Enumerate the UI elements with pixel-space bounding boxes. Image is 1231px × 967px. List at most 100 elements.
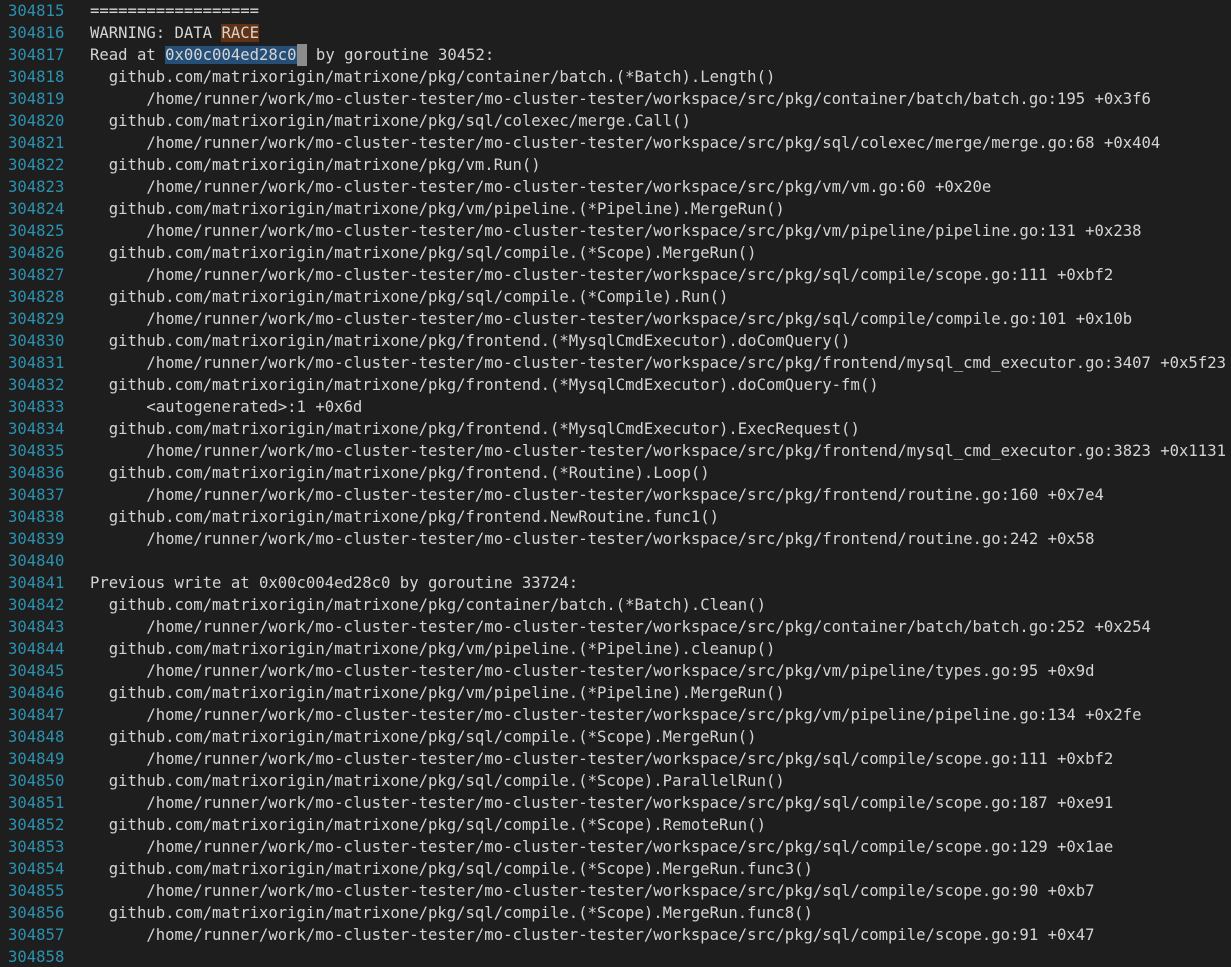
line-number: 304816 — [8, 24, 65, 42]
log-editor[interactable]: 304815 ================== 304816 WARNING: D… — [0, 0, 1231, 967]
editor-line[interactable]: 304855 /home/runner/work/mo-cluster-test… — [0, 880, 1231, 902]
line-number: 304824 — [8, 200, 65, 218]
editor-line[interactable]: 304854 github.com/matrixorigin/matrixone… — [0, 858, 1231, 880]
editor-line[interactable]: 304824 github.com/matrixorigin/matrixone… — [0, 198, 1231, 220]
editor-line[interactable]: 304826 github.com/matrixorigin/matrixone… — [0, 242, 1231, 264]
editor-line[interactable]: 304853 /home/runner/work/mo-cluster-test… — [0, 836, 1231, 858]
line-number: 304839 — [8, 530, 65, 548]
editor-line[interactable]: 304840 — [0, 550, 1231, 572]
editor-line[interactable]: 304831 /home/runner/work/mo-cluster-test… — [0, 352, 1231, 374]
editor-line[interactable]: 304843 /home/runner/work/mo-cluster-test… — [0, 616, 1231, 638]
editor-line[interactable]: 304850 github.com/matrixorigin/matrixone… — [0, 770, 1231, 792]
editor-line[interactable]: 304825 /home/runner/work/mo-cluster-test… — [0, 220, 1231, 242]
line-text: github.com/matrixorigin/matrixone/pkg/sq… — [90, 288, 729, 306]
line-text: /home/runner/work/mo-cluster-tester/mo-c… — [90, 618, 1151, 636]
find-match-highlight: RACE — [221, 24, 259, 42]
line-text: github.com/matrixorigin/matrixone/pkg/sq… — [90, 728, 757, 746]
editor-line[interactable]: 304847 /home/runner/work/mo-cluster-test… — [0, 704, 1231, 726]
editor-line[interactable]: 304838 github.com/matrixorigin/matrixone… — [0, 506, 1231, 528]
editor-line[interactable]: 304835 /home/runner/work/mo-cluster-test… — [0, 440, 1231, 462]
line-text: WARNING: DATA RACE — [90, 22, 259, 44]
line-text: github.com/matrixorigin/matrixone/pkg/sq… — [90, 772, 785, 790]
line-text: github.com/matrixorigin/matrixone/pkg/fr… — [90, 332, 851, 350]
line-text: /home/runner/work/mo-cluster-tester/mo-c… — [90, 926, 1095, 944]
editor-line[interactable]: 304821 /home/runner/work/mo-cluster-test… — [0, 132, 1231, 154]
line-text: /home/runner/work/mo-cluster-tester/mo-c… — [90, 662, 1095, 680]
editor-line[interactable]: 304828 github.com/matrixorigin/matrixone… — [0, 286, 1231, 308]
text-cursor — [296, 44, 307, 66]
line-number: 304849 — [8, 750, 65, 768]
line-number: 304835 — [8, 442, 65, 460]
editor-line[interactable]: 304816 WARNING: DATA RACE — [0, 22, 1231, 44]
selected-text[interactable]: 0x00c004ed28c0 — [165, 46, 297, 64]
line-text: ================== — [90, 2, 259, 20]
line-text: github.com/matrixorigin/matrixone/pkg/vm… — [90, 156, 541, 174]
line-number: 304817 — [8, 46, 65, 64]
line-text: /home/runner/work/mo-cluster-tester/mo-c… — [90, 706, 1142, 724]
line-number: 304823 — [8, 178, 65, 196]
line-text-segment: Read at — [90, 46, 166, 64]
line-text: /home/runner/work/mo-cluster-tester/mo-c… — [90, 222, 1142, 240]
editor-line[interactable]: 304849 /home/runner/work/mo-cluster-test… — [0, 748, 1231, 770]
line-text: /home/runner/work/mo-cluster-tester/mo-c… — [90, 530, 1095, 548]
editor-line[interactable]: 304817 Read at 0x00c004ed28c0 by goroutin… — [0, 44, 1231, 66]
line-text: /home/runner/work/mo-cluster-tester/mo-c… — [90, 794, 1114, 812]
editor-line[interactable]: 304842 github.com/matrixorigin/matrixone… — [0, 594, 1231, 616]
line-text: /home/runner/work/mo-cluster-tester/mo-c… — [90, 838, 1114, 856]
editor-line[interactable]: 304857 /home/runner/work/mo-cluster-test… — [0, 924, 1231, 946]
editor-line[interactable]: 304845 /home/runner/work/mo-cluster-test… — [0, 660, 1231, 682]
editor-line[interactable]: 304837 /home/runner/work/mo-cluster-test… — [0, 484, 1231, 506]
line-number: 304833 — [8, 398, 65, 416]
editor-line[interactable]: 304830 github.com/matrixorigin/matrixone… — [0, 330, 1231, 352]
line-text-segment: WARNING: DATA — [90, 24, 222, 42]
line-text: github.com/matrixorigin/matrixone/pkg/fr… — [90, 508, 720, 526]
line-text: /home/runner/work/mo-cluster-tester/mo-c… — [90, 750, 1114, 768]
editor-line[interactable]: 304856 github.com/matrixorigin/matrixone… — [0, 902, 1231, 924]
editor-line[interactable]: 304844 github.com/matrixorigin/matrixone… — [0, 638, 1231, 660]
editor-line[interactable]: 304818 github.com/matrixorigin/matrixone… — [0, 66, 1231, 88]
editor-line[interactable]: 304815 ================== — [0, 0, 1231, 22]
line-text: github.com/matrixorigin/matrixone/pkg/vm… — [90, 640, 776, 658]
line-number: 304856 — [8, 904, 65, 922]
line-number: 304853 — [8, 838, 65, 856]
editor-line[interactable]: 304836 github.com/matrixorigin/matrixone… — [0, 462, 1231, 484]
line-text: /home/runner/work/mo-cluster-tester/mo-c… — [90, 90, 1151, 108]
line-number: 304847 — [8, 706, 65, 724]
editor-line[interactable]: 304823 /home/runner/work/mo-cluster-test… — [0, 176, 1231, 198]
line-number: 304821 — [8, 134, 65, 152]
editor-line[interactable]: 304858 — [0, 946, 1231, 967]
line-number: 304844 — [8, 640, 65, 658]
line-text-segment: by goroutine 30452: — [306, 46, 495, 64]
line-number: 304841 — [8, 574, 65, 592]
line-number: 304843 — [8, 618, 65, 636]
editor-line[interactable]: 304829 /home/runner/work/mo-cluster-test… — [0, 308, 1231, 330]
line-number: 304822 — [8, 156, 65, 174]
editor-line[interactable]: 304820 github.com/matrixorigin/matrixone… — [0, 110, 1231, 132]
editor-line[interactable]: 304846 github.com/matrixorigin/matrixone… — [0, 682, 1231, 704]
editor-line[interactable]: 304819 /home/runner/work/mo-cluster-test… — [0, 88, 1231, 110]
line-number: 304819 — [8, 90, 65, 108]
line-text: github.com/matrixorigin/matrixone/pkg/fr… — [90, 420, 860, 438]
editor-line[interactable]: 304822 github.com/matrixorigin/matrixone… — [0, 154, 1231, 176]
editor-line[interactable]: 304848 github.com/matrixorigin/matrixone… — [0, 726, 1231, 748]
line-number: 304851 — [8, 794, 65, 812]
line-number: 304842 — [8, 596, 65, 614]
editor-line[interactable]: 304839 /home/runner/work/mo-cluster-test… — [0, 528, 1231, 550]
line-number: 304846 — [8, 684, 65, 702]
editor-line[interactable]: 304851 /home/runner/work/mo-cluster-test… — [0, 792, 1231, 814]
editor-line[interactable]: 304834 github.com/matrixorigin/matrixone… — [0, 418, 1231, 440]
line-text: github.com/matrixorigin/matrixone/pkg/vm… — [90, 200, 785, 218]
editor-line[interactable]: 304832 github.com/matrixorigin/matrixone… — [0, 374, 1231, 396]
editor-line[interactable]: 304827 /home/runner/work/mo-cluster-test… — [0, 264, 1231, 286]
line-number: 304848 — [8, 728, 65, 746]
line-text: Read at 0x00c004ed28c0 by goroutine 3045… — [90, 44, 494, 66]
editor-line[interactable]: 304833 <autogenerated>:1 +0x6d — [0, 396, 1231, 418]
editor-line[interactable]: 304841 Previous write at 0x00c004ed28c0 b… — [0, 572, 1231, 594]
editor-line[interactable]: 304852 github.com/matrixorigin/matrixone… — [0, 814, 1231, 836]
line-number: 304830 — [8, 332, 65, 350]
line-text: /home/runner/work/mo-cluster-tester/mo-c… — [90, 486, 1104, 504]
line-number: 304832 — [8, 376, 65, 394]
line-number: 304836 — [8, 464, 65, 482]
line-number: 304820 — [8, 112, 65, 130]
line-number: 304815 — [8, 2, 65, 20]
